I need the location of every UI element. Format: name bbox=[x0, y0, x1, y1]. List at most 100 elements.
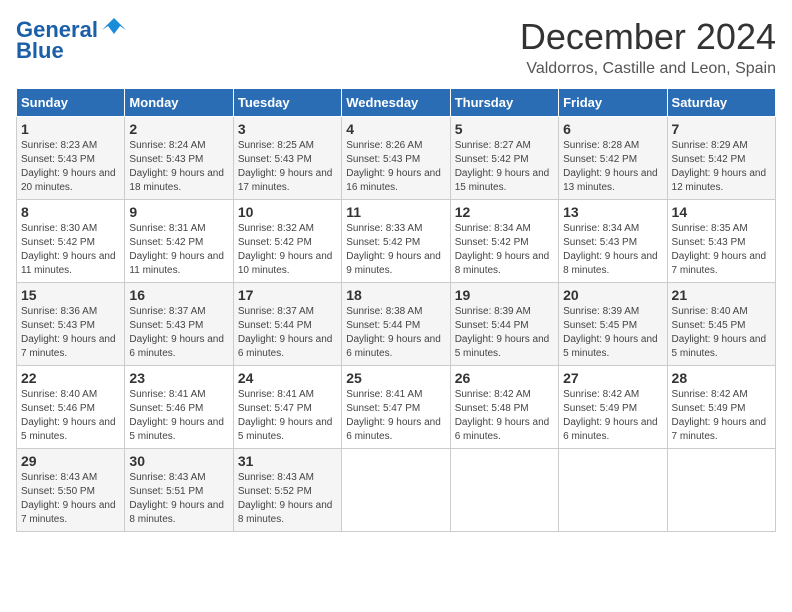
calendar-cell: 2 Sunrise: 8:24 AMSunset: 5:43 PMDayligh… bbox=[125, 117, 233, 200]
col-header-saturday: Saturday bbox=[667, 89, 775, 117]
calendar-cell: 7 Sunrise: 8:29 AMSunset: 5:42 PMDayligh… bbox=[667, 117, 775, 200]
header: General Blue December 2024 Valdorros, Ca… bbox=[16, 16, 776, 78]
cell-text: Sunrise: 8:43 AMSunset: 5:52 PMDaylight:… bbox=[238, 472, 333, 525]
calendar-cell: 4 Sunrise: 8:26 AMSunset: 5:43 PMDayligh… bbox=[342, 117, 450, 200]
cell-text: Sunrise: 8:43 AMSunset: 5:51 PMDaylight:… bbox=[129, 472, 224, 525]
cell-text: Sunrise: 8:30 AMSunset: 5:42 PMDaylight:… bbox=[21, 223, 116, 276]
cell-text: Sunrise: 8:28 AMSunset: 5:42 PMDaylight:… bbox=[563, 140, 658, 193]
cell-text: Sunrise: 8:27 AMSunset: 5:42 PMDaylight:… bbox=[455, 140, 550, 193]
logo-bird-icon bbox=[100, 16, 128, 44]
calendar-cell: 16 Sunrise: 8:37 AMSunset: 5:43 PMDaylig… bbox=[125, 283, 233, 366]
cell-text: Sunrise: 8:29 AMSunset: 5:42 PMDaylight:… bbox=[672, 140, 767, 193]
calendar-cell: 9 Sunrise: 8:31 AMSunset: 5:42 PMDayligh… bbox=[125, 200, 233, 283]
calendar-cell: 22 Sunrise: 8:40 AMSunset: 5:46 PMDaylig… bbox=[17, 366, 125, 449]
calendar-cell: 19 Sunrise: 8:39 AMSunset: 5:44 PMDaylig… bbox=[450, 283, 558, 366]
calendar-cell bbox=[667, 449, 775, 532]
cell-text: Sunrise: 8:37 AMSunset: 5:43 PMDaylight:… bbox=[129, 306, 224, 359]
day-number: 22 bbox=[21, 370, 120, 386]
calendar-cell: 5 Sunrise: 8:27 AMSunset: 5:42 PMDayligh… bbox=[450, 117, 558, 200]
cell-text: Sunrise: 8:39 AMSunset: 5:44 PMDaylight:… bbox=[455, 306, 550, 359]
col-header-friday: Friday bbox=[559, 89, 667, 117]
cell-text: Sunrise: 8:39 AMSunset: 5:45 PMDaylight:… bbox=[563, 306, 658, 359]
cell-text: Sunrise: 8:26 AMSunset: 5:43 PMDaylight:… bbox=[346, 140, 441, 193]
calendar-cell: 3 Sunrise: 8:25 AMSunset: 5:43 PMDayligh… bbox=[233, 117, 341, 200]
cell-text: Sunrise: 8:41 AMSunset: 5:47 PMDaylight:… bbox=[346, 389, 441, 442]
cell-text: Sunrise: 8:24 AMSunset: 5:43 PMDaylight:… bbox=[129, 140, 224, 193]
day-number: 20 bbox=[563, 287, 662, 303]
day-number: 21 bbox=[672, 287, 771, 303]
col-header-tuesday: Tuesday bbox=[233, 89, 341, 117]
title-area: December 2024 Valdorros, Castille and Le… bbox=[520, 16, 776, 78]
location-title: Valdorros, Castille and Leon, Spain bbox=[520, 60, 776, 78]
calendar-cell: 24 Sunrise: 8:41 AMSunset: 5:47 PMDaylig… bbox=[233, 366, 341, 449]
cell-text: Sunrise: 8:38 AMSunset: 5:44 PMDaylight:… bbox=[346, 306, 441, 359]
cell-text: Sunrise: 8:33 AMSunset: 5:42 PMDaylight:… bbox=[346, 223, 441, 276]
logo-blue: Blue bbox=[16, 38, 64, 64]
cell-text: Sunrise: 8:43 AMSunset: 5:50 PMDaylight:… bbox=[21, 472, 116, 525]
calendar-cell: 18 Sunrise: 8:38 AMSunset: 5:44 PMDaylig… bbox=[342, 283, 450, 366]
calendar-cell: 10 Sunrise: 8:32 AMSunset: 5:42 PMDaylig… bbox=[233, 200, 341, 283]
day-number: 26 bbox=[455, 370, 554, 386]
calendar-cell: 15 Sunrise: 8:36 AMSunset: 5:43 PMDaylig… bbox=[17, 283, 125, 366]
day-number: 4 bbox=[346, 121, 445, 137]
cell-text: Sunrise: 8:40 AMSunset: 5:45 PMDaylight:… bbox=[672, 306, 767, 359]
calendar-cell: 20 Sunrise: 8:39 AMSunset: 5:45 PMDaylig… bbox=[559, 283, 667, 366]
day-number: 5 bbox=[455, 121, 554, 137]
calendar-cell: 8 Sunrise: 8:30 AMSunset: 5:42 PMDayligh… bbox=[17, 200, 125, 283]
cell-text: Sunrise: 8:37 AMSunset: 5:44 PMDaylight:… bbox=[238, 306, 333, 359]
cell-text: Sunrise: 8:35 AMSunset: 5:43 PMDaylight:… bbox=[672, 223, 767, 276]
day-number: 7 bbox=[672, 121, 771, 137]
calendar-cell bbox=[342, 449, 450, 532]
calendar-cell: 14 Sunrise: 8:35 AMSunset: 5:43 PMDaylig… bbox=[667, 200, 775, 283]
calendar-cell: 29 Sunrise: 8:43 AMSunset: 5:50 PMDaylig… bbox=[17, 449, 125, 532]
calendar-cell: 23 Sunrise: 8:41 AMSunset: 5:46 PMDaylig… bbox=[125, 366, 233, 449]
day-number: 8 bbox=[21, 204, 120, 220]
day-number: 28 bbox=[672, 370, 771, 386]
day-number: 23 bbox=[129, 370, 228, 386]
day-number: 9 bbox=[129, 204, 228, 220]
cell-text: Sunrise: 8:42 AMSunset: 5:48 PMDaylight:… bbox=[455, 389, 550, 442]
col-header-wednesday: Wednesday bbox=[342, 89, 450, 117]
day-number: 3 bbox=[238, 121, 337, 137]
day-number: 19 bbox=[455, 287, 554, 303]
calendar-cell bbox=[559, 449, 667, 532]
calendar-cell: 27 Sunrise: 8:42 AMSunset: 5:49 PMDaylig… bbox=[559, 366, 667, 449]
day-number: 31 bbox=[238, 453, 337, 469]
day-number: 24 bbox=[238, 370, 337, 386]
day-number: 14 bbox=[672, 204, 771, 220]
calendar-cell: 26 Sunrise: 8:42 AMSunset: 5:48 PMDaylig… bbox=[450, 366, 558, 449]
day-number: 2 bbox=[129, 121, 228, 137]
calendar-cell: 31 Sunrise: 8:43 AMSunset: 5:52 PMDaylig… bbox=[233, 449, 341, 532]
calendar-cell: 21 Sunrise: 8:40 AMSunset: 5:45 PMDaylig… bbox=[667, 283, 775, 366]
day-number: 12 bbox=[455, 204, 554, 220]
day-number: 13 bbox=[563, 204, 662, 220]
cell-text: Sunrise: 8:40 AMSunset: 5:46 PMDaylight:… bbox=[21, 389, 116, 442]
calendar-cell: 30 Sunrise: 8:43 AMSunset: 5:51 PMDaylig… bbox=[125, 449, 233, 532]
cell-text: Sunrise: 8:23 AMSunset: 5:43 PMDaylight:… bbox=[21, 140, 116, 193]
calendar-cell: 13 Sunrise: 8:34 AMSunset: 5:43 PMDaylig… bbox=[559, 200, 667, 283]
calendar-cell: 17 Sunrise: 8:37 AMSunset: 5:44 PMDaylig… bbox=[233, 283, 341, 366]
day-number: 18 bbox=[346, 287, 445, 303]
day-number: 30 bbox=[129, 453, 228, 469]
col-header-monday: Monday bbox=[125, 89, 233, 117]
cell-text: Sunrise: 8:34 AMSunset: 5:42 PMDaylight:… bbox=[455, 223, 550, 276]
calendar-table: SundayMondayTuesdayWednesdayThursdayFrid… bbox=[16, 88, 776, 532]
cell-text: Sunrise: 8:34 AMSunset: 5:43 PMDaylight:… bbox=[563, 223, 658, 276]
cell-text: Sunrise: 8:25 AMSunset: 5:43 PMDaylight:… bbox=[238, 140, 333, 193]
calendar-cell: 11 Sunrise: 8:33 AMSunset: 5:42 PMDaylig… bbox=[342, 200, 450, 283]
calendar-cell: 25 Sunrise: 8:41 AMSunset: 5:47 PMDaylig… bbox=[342, 366, 450, 449]
day-number: 6 bbox=[563, 121, 662, 137]
col-header-sunday: Sunday bbox=[17, 89, 125, 117]
calendar-cell: 28 Sunrise: 8:42 AMSunset: 5:49 PMDaylig… bbox=[667, 366, 775, 449]
cell-text: Sunrise: 8:42 AMSunset: 5:49 PMDaylight:… bbox=[672, 389, 767, 442]
calendar-cell: 6 Sunrise: 8:28 AMSunset: 5:42 PMDayligh… bbox=[559, 117, 667, 200]
day-number: 17 bbox=[238, 287, 337, 303]
day-number: 25 bbox=[346, 370, 445, 386]
day-number: 16 bbox=[129, 287, 228, 303]
cell-text: Sunrise: 8:41 AMSunset: 5:46 PMDaylight:… bbox=[129, 389, 224, 442]
day-number: 29 bbox=[21, 453, 120, 469]
day-number: 15 bbox=[21, 287, 120, 303]
cell-text: Sunrise: 8:41 AMSunset: 5:47 PMDaylight:… bbox=[238, 389, 333, 442]
day-number: 27 bbox=[563, 370, 662, 386]
calendar-cell: 12 Sunrise: 8:34 AMSunset: 5:42 PMDaylig… bbox=[450, 200, 558, 283]
